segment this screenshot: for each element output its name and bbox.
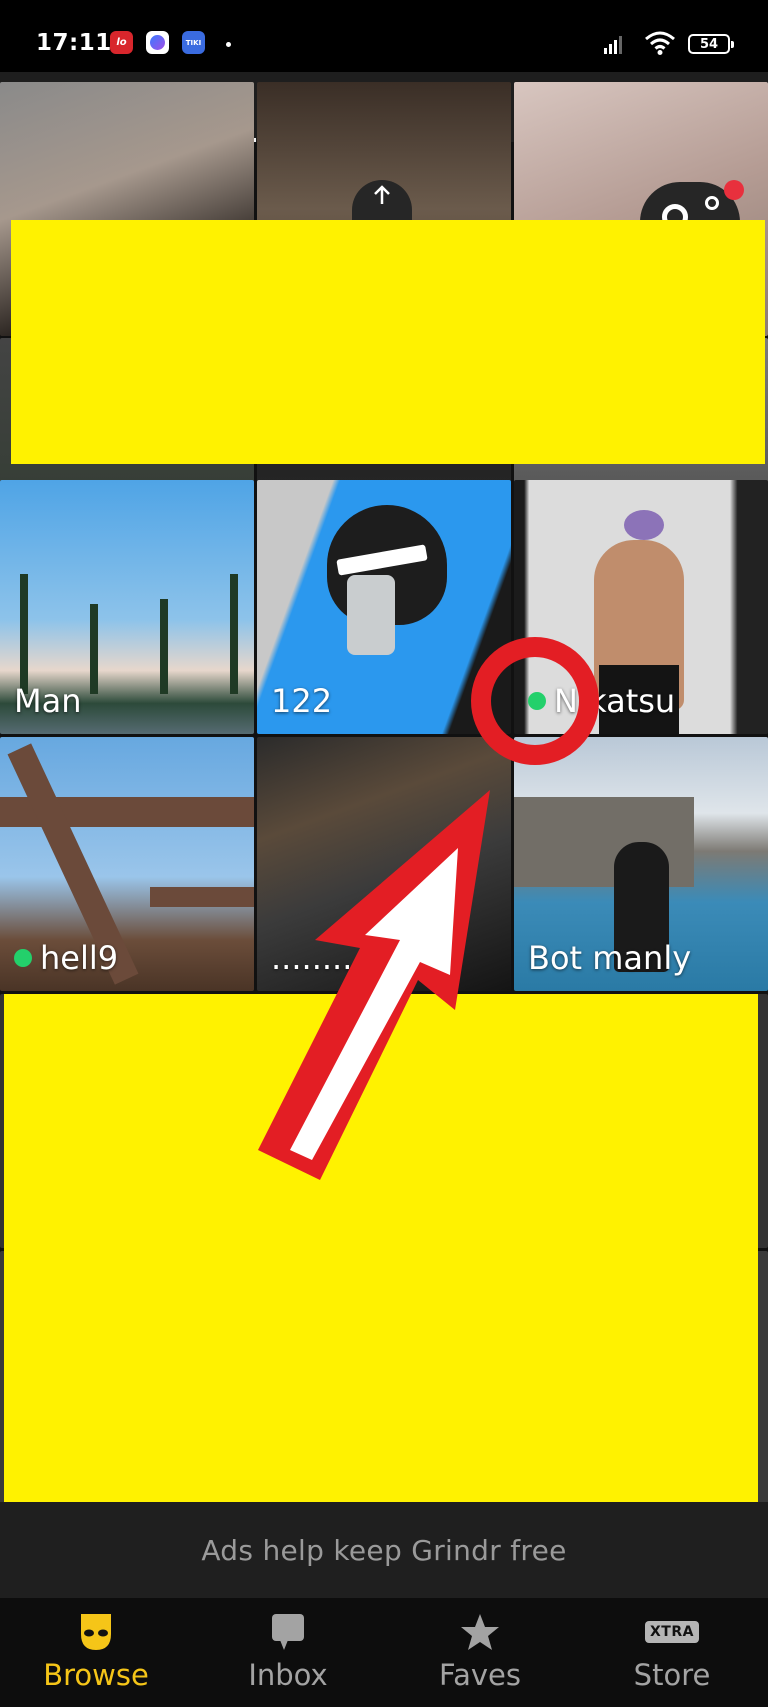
tiki-app-icon: TIKI: [182, 31, 205, 54]
online-status-icon: [528, 692, 546, 710]
nav-store-label: Store: [633, 1658, 711, 1692]
profile-name: Man: [14, 682, 82, 720]
palm-tree-decoration: [90, 604, 98, 694]
star-icon: [460, 1612, 500, 1652]
profile-card[interactable]: 122: [257, 480, 511, 734]
nav-inbox[interactable]: Inbox: [192, 1598, 384, 1707]
profile-card[interactable]: Man: [0, 480, 254, 734]
redaction-block: [4, 994, 758, 1502]
status-bar: 17:11 lo TIKI 54: [0, 0, 768, 72]
camera-flash-icon: [705, 196, 719, 210]
nav-store[interactable]: XTRA Store: [576, 1598, 768, 1707]
profile-photo-phone: [347, 575, 395, 655]
profile-name: hell9: [14, 939, 118, 977]
arrow-up-icon: [374, 185, 390, 204]
bridge-beam-decoration: [150, 887, 254, 907]
lo-app-icon: lo: [110, 31, 133, 54]
profile-card[interactable]: hell9: [0, 737, 254, 991]
ad-banner: Ads help keep Grindr free: [0, 1502, 768, 1598]
battery-indicator: 54: [688, 34, 734, 54]
profile-name: 122: [271, 682, 333, 720]
wifi-icon: [645, 31, 675, 55]
palm-tree-decoration: [160, 599, 168, 694]
status-time: 17:11: [36, 30, 112, 56]
profile-name: Bot manly: [528, 939, 692, 977]
bottom-navigation: Browse Inbox Faves XTRA Store: [0, 1598, 768, 1707]
ad-banner-text: Ads help keep Grindr free: [201, 1533, 567, 1567]
messenger-app-icon: [146, 31, 169, 54]
profile-card[interactable]: Bot manly: [514, 737, 768, 991]
notification-dot-icon: [724, 180, 744, 200]
profile-name: N katsu: [528, 682, 675, 720]
profile-card[interactable]: N katsu: [514, 480, 768, 734]
chat-bubble-icon: [268, 1612, 308, 1652]
more-notifications-dot-icon: [226, 42, 231, 47]
profile-name: ........: [271, 939, 353, 977]
nav-faves-label: Faves: [439, 1658, 521, 1692]
profile-photo-hair: [624, 510, 664, 540]
palm-tree-decoration: [20, 574, 28, 694]
nav-browse[interactable]: Browse: [0, 1598, 192, 1707]
xtra-badge-icon: XTRA: [645, 1612, 699, 1652]
nav-faves[interactable]: Faves: [384, 1598, 576, 1707]
nav-browse-label: Browse: [43, 1658, 149, 1692]
online-status-icon: [14, 949, 32, 967]
redaction-block: [11, 220, 765, 464]
signal-icon: [604, 34, 622, 54]
palm-tree-decoration: [230, 574, 238, 694]
grindr-mask-icon: [76, 1612, 116, 1652]
nav-inbox-label: Inbox: [248, 1658, 328, 1692]
profile-card[interactable]: ........: [257, 737, 511, 991]
